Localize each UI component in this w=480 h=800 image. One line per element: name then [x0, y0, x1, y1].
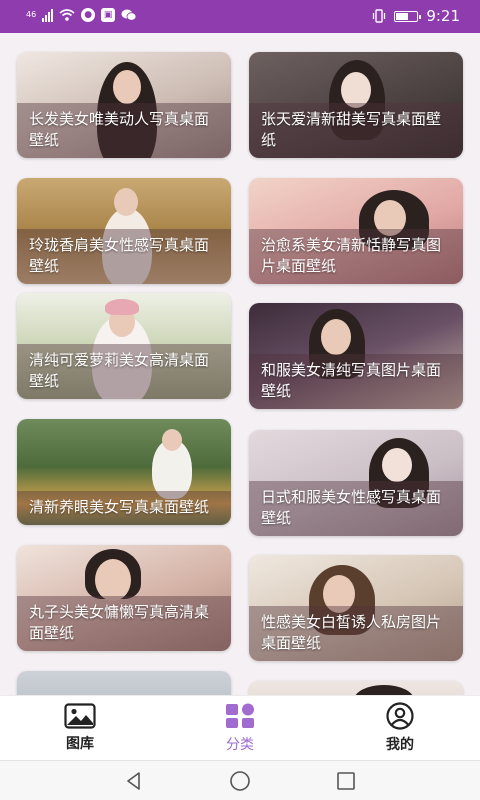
wallpaper-card[interactable]: 清纯可爱萝莉美女高清桌面壁纸 — [17, 293, 231, 399]
wallpaper-card[interactable]: 张天爱清新甜美写真桌面壁纸 — [249, 52, 463, 158]
card-title: 张天爱清新甜美写真桌面壁纸 — [261, 110, 442, 149]
card-title: 性感美女白皙诱人私房图片桌面壁纸 — [261, 613, 442, 652]
network-type: 46 — [26, 10, 37, 19]
clock: 9:21 — [426, 7, 460, 25]
wifi-icon — [59, 9, 75, 21]
wallpaper-card-partial[interactable] — [17, 671, 231, 695]
vibrate-icon — [373, 9, 386, 23]
wallpaper-card[interactable]: 长发美女唯美动人写真桌面壁纸 — [17, 52, 231, 158]
card-title: 长发美女唯美动人写真桌面壁纸 — [29, 110, 210, 149]
nav-label-profile: 我的 — [386, 737, 414, 753]
profile-icon — [386, 702, 414, 730]
card-title: 治愈系美女清新恬静写真图片桌面壁纸 — [261, 236, 442, 275]
nav-item-profile[interactable]: 我的 — [320, 696, 480, 760]
wallpaper-card[interactable]: 清新养眼美女写真桌面壁纸 — [17, 419, 231, 525]
app-icon: ▣ — [101, 8, 116, 22]
battery-icon — [394, 10, 422, 22]
wallpaper-card[interactable]: 治愈系美女清新恬静写真图片桌面壁纸 — [249, 178, 463, 284]
home-button[interactable] — [229, 770, 251, 792]
card-title: 清新养眼美女写真桌面壁纸 — [29, 498, 210, 516]
card-title: 丸子头美女慵懒写真高清桌面壁纸 — [29, 603, 210, 642]
status-bar-right: 9:21 — [372, 7, 460, 25]
wallpaper-card[interactable]: 玲珑香肩美女性感写真桌面壁纸 — [17, 178, 231, 284]
nav-label-gallery: 图库 — [66, 736, 94, 752]
wallpaper-grid[interactable]: 长发美女唯美动人写真桌面壁纸 张天爱清新甜美写真桌面壁纸 玲珑香肩美女性感写真桌… — [0, 33, 480, 695]
nav-item-category[interactable]: 分类 — [160, 696, 320, 760]
status-bar-left: 46 ● ▣ — [26, 8, 137, 22]
back-button[interactable] — [123, 770, 145, 792]
signal-icon — [42, 8, 54, 22]
wallpaper-card[interactable]: 丸子头美女慵懒写真高清桌面壁纸 — [17, 545, 231, 651]
card-title: 日式和服美女性感写真桌面壁纸 — [261, 488, 442, 527]
gallery-icon — [64, 703, 96, 729]
recents-button[interactable] — [335, 770, 357, 792]
notification-icon: ● — [81, 8, 96, 22]
nav-item-gallery[interactable]: 图库 — [0, 696, 160, 760]
card-title: 和服美女清纯写真图片桌面壁纸 — [261, 361, 442, 400]
system-navigation-bar — [0, 760, 480, 800]
bottom-navigation: 图库 分类 我的 — [0, 695, 480, 760]
category-icon — [226, 703, 254, 728]
card-title: 玲珑香肩美女性感写真桌面壁纸 — [29, 236, 210, 275]
status-bar: 46 ● ▣ 9:21 — [0, 0, 480, 33]
wallpaper-card[interactable]: 性感美女白皙诱人私房图片桌面壁纸 — [249, 555, 463, 661]
card-title: 清纯可爱萝莉美女高清桌面壁纸 — [29, 351, 210, 390]
wechat-icon — [121, 9, 137, 21]
wallpaper-card[interactable]: 日式和服美女性感写真桌面壁纸 — [249, 430, 463, 536]
wallpaper-card-partial[interactable] — [249, 681, 463, 695]
nav-label-category: 分类 — [226, 737, 254, 753]
wallpaper-card[interactable]: 和服美女清纯写真图片桌面壁纸 — [249, 303, 463, 409]
